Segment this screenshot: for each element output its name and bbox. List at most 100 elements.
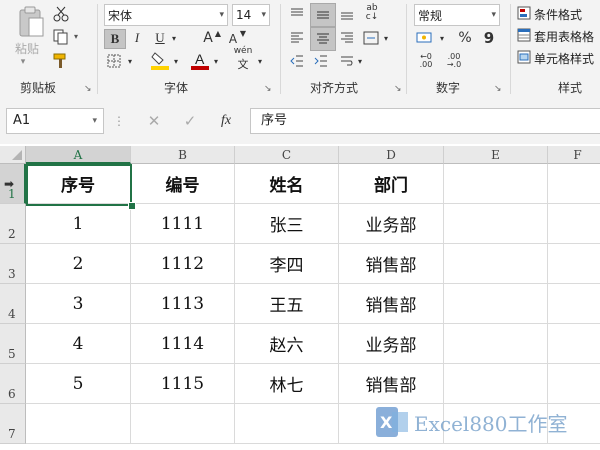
- format-as-table-icon[interactable]: [516, 27, 532, 43]
- table-cell[interactable]: [548, 204, 600, 244]
- underline-button[interactable]: U: [152, 29, 168, 47]
- row-header[interactable]: 4: [0, 284, 26, 324]
- font-name-select[interactable]: 宋体 ▾: [104, 4, 228, 26]
- increase-indent-icon[interactable]: [312, 52, 330, 70]
- table-cell[interactable]: 3: [26, 284, 131, 324]
- column-header[interactable]: D: [339, 146, 444, 164]
- cell-styles-label[interactable]: 单元格样式: [534, 50, 594, 67]
- font-color-icon[interactable]: A: [190, 50, 210, 70]
- table-cell[interactable]: [444, 244, 548, 284]
- table-cell[interactable]: 2: [26, 244, 131, 284]
- increase-decimal-icon[interactable]: ←0.00: [414, 52, 438, 70]
- table-cell[interactable]: 李四: [235, 244, 339, 284]
- column-header[interactable]: F: [548, 146, 600, 164]
- table-cell[interactable]: 1: [26, 204, 131, 244]
- chevron-down-icon[interactable]: ▾: [256, 54, 264, 68]
- table-cell[interactable]: 销售部: [339, 364, 444, 404]
- table-cell[interactable]: [548, 364, 600, 404]
- chevron-down-icon[interactable]: ▾: [382, 31, 390, 45]
- table-cell[interactable]: [548, 324, 600, 364]
- table-cell[interactable]: 1111: [131, 204, 235, 244]
- formula-input[interactable]: 序号: [250, 108, 600, 134]
- table-cell[interactable]: [444, 204, 548, 244]
- table-cell[interactable]: [548, 244, 600, 284]
- row-header[interactable]: 7: [0, 404, 26, 444]
- table-cell[interactable]: [548, 164, 600, 204]
- font-size-select[interactable]: 14 ▾: [232, 4, 270, 26]
- table-cell[interactable]: [444, 164, 548, 204]
- table-cell[interactable]: [235, 404, 339, 444]
- table-cell[interactable]: 销售部: [339, 244, 444, 284]
- dialog-launcher-icon[interactable]: ↘: [264, 84, 272, 94]
- chevron-down-icon[interactable]: ▾: [92, 109, 97, 133]
- fill-handle[interactable]: [128, 202, 136, 210]
- align-middle-icon[interactable]: [310, 3, 336, 27]
- format-painter-icon[interactable]: [52, 52, 70, 70]
- insert-function-button[interactable]: fx: [214, 110, 238, 132]
- table-cell[interactable]: 业务部: [339, 204, 444, 244]
- header-cell[interactable]: 部门: [339, 164, 444, 204]
- table-cell[interactable]: [131, 404, 235, 444]
- table-cell[interactable]: 4: [26, 324, 131, 364]
- column-header[interactable]: B: [131, 146, 235, 164]
- table-cell[interactable]: [26, 404, 131, 444]
- phonetic-icon[interactable]: wén 文: [230, 46, 256, 71]
- bold-button[interactable]: B: [104, 29, 126, 49]
- comma-style-button[interactable]: 9: [480, 29, 498, 47]
- copy-dropdown-icon[interactable]: ▾: [72, 30, 80, 42]
- dialog-launcher-icon[interactable]: ↘: [394, 84, 402, 94]
- table-cell[interactable]: [548, 284, 600, 324]
- dialog-launcher-icon[interactable]: ↘: [84, 84, 92, 94]
- row-header[interactable]: 2: [0, 204, 26, 244]
- cell-styles-icon[interactable]: [516, 49, 532, 65]
- align-left-icon[interactable]: [288, 29, 306, 47]
- merge-center-icon[interactable]: [362, 29, 380, 47]
- currency-icon[interactable]: [414, 29, 438, 47]
- wrap-text-icon[interactable]: [338, 52, 356, 70]
- format-as-table-label[interactable]: 套用表格格: [534, 28, 594, 45]
- italic-button[interactable]: I: [128, 29, 146, 47]
- column-header[interactable]: E: [444, 146, 548, 164]
- align-center-icon[interactable]: [310, 27, 336, 51]
- row-header[interactable]: 6: [0, 364, 26, 404]
- table-cell[interactable]: 业务部: [339, 324, 444, 364]
- fill-color-icon[interactable]: [150, 50, 170, 70]
- table-cell[interactable]: 1114: [131, 324, 235, 364]
- table-cell[interactable]: 1113: [131, 284, 235, 324]
- table-cell[interactable]: 1115: [131, 364, 235, 404]
- chevron-down-icon[interactable]: ▾: [356, 54, 364, 68]
- row-header[interactable]: 3: [0, 244, 26, 284]
- chevron-down-icon[interactable]: ▾: [212, 54, 220, 68]
- name-box[interactable]: A1 ▾: [6, 108, 104, 134]
- align-top-icon[interactable]: [288, 5, 306, 23]
- cancel-icon[interactable]: ✕: [144, 110, 164, 132]
- table-cell[interactable]: 销售部: [339, 284, 444, 324]
- select-all-corner[interactable]: [0, 146, 26, 164]
- column-header[interactable]: C: [235, 146, 339, 164]
- orientation-icon[interactable]: ab c↓: [362, 3, 382, 23]
- table-cell[interactable]: 林七: [235, 364, 339, 404]
- table-cell[interactable]: [444, 284, 548, 324]
- dialog-launcher-icon[interactable]: ↘: [494, 84, 502, 94]
- decrease-decimal-icon[interactable]: .00 →.0: [442, 52, 466, 70]
- copy-icon[interactable]: [52, 28, 70, 46]
- chevron-down-icon[interactable]: ▾: [170, 29, 178, 47]
- paste-icon[interactable]: [14, 6, 48, 40]
- number-format-select[interactable]: 常规 ▾: [414, 4, 500, 26]
- cut-icon[interactable]: [52, 5, 70, 23]
- table-cell[interactable]: 5: [26, 364, 131, 404]
- header-cell[interactable]: 编号: [131, 164, 235, 204]
- chevron-down-icon[interactable]: ▾: [126, 54, 134, 68]
- paste-button-label[interactable]: 粘贴: [15, 40, 39, 57]
- conditional-format-icon[interactable]: [516, 5, 532, 21]
- chevron-down-icon[interactable]: ▾: [172, 54, 180, 68]
- borders-icon[interactable]: [104, 52, 124, 70]
- column-header[interactable]: A: [26, 146, 131, 164]
- enter-check-icon[interactable]: ✓: [180, 110, 200, 132]
- chevron-down-icon[interactable]: ▾: [16, 56, 30, 68]
- table-cell[interactable]: 张三: [235, 204, 339, 244]
- chevron-down-icon[interactable]: ▾: [438, 31, 446, 45]
- header-cell[interactable]: 姓名: [235, 164, 339, 204]
- percent-button[interactable]: %: [456, 29, 474, 47]
- row-header[interactable]: 5: [0, 324, 26, 364]
